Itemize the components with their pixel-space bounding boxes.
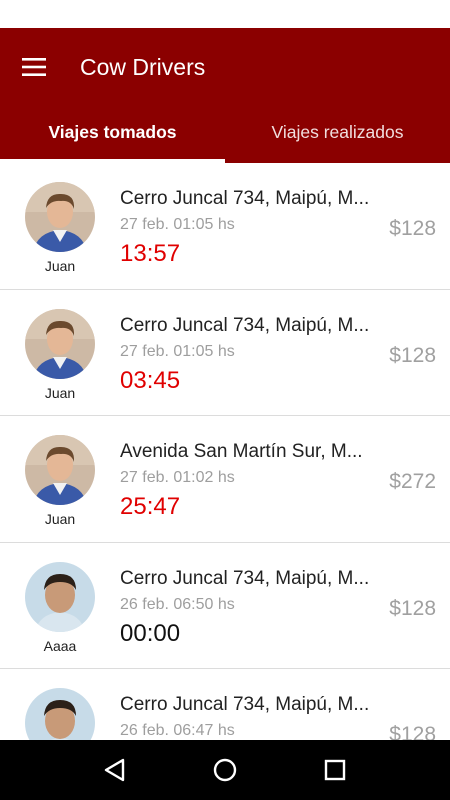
- recents-square-icon: [324, 759, 346, 781]
- trip-date: 27 feb. 01:05 hs: [120, 342, 235, 360]
- trip-date: 27 feb. 01:02 hs: [120, 469, 235, 486]
- trip-timer: 13:57: [120, 240, 181, 267]
- driver-avatar-image: [25, 688, 95, 740]
- driver-avatar: [25, 182, 95, 252]
- trip-timer: 25:47: [120, 493, 181, 520]
- trip-address: Avenida San Martín Sur, M...: [120, 441, 363, 462]
- system-navigation-bar: [0, 740, 450, 800]
- trip-date: 26 feb. 06:47 hs: [120, 722, 235, 739]
- menu-button[interactable]: [14, 46, 56, 88]
- home-circle-icon: [213, 758, 237, 782]
- tab-viajes-realizados[interactable]: Viajes realizados: [225, 112, 450, 163]
- trip-price: $128: [389, 596, 436, 620]
- trip-list[interactable]: Juan Cerro Juncal 734, Maipú, M... 27 feb.…: [0, 163, 450, 740]
- driver-avatar: [25, 561, 95, 632]
- tab-viajes-tomados[interactable]: Viajes tomados: [0, 112, 225, 163]
- trip-date: 26 feb. 06:50 hs: [120, 595, 235, 613]
- driver-avatar-image: [25, 182, 95, 252]
- back-button[interactable]: [91, 746, 139, 794]
- driver-avatar: [25, 308, 95, 379]
- trip-row[interactable]: Juan Avenida San Martín Sur, M... 27 feb. …: [0, 416, 450, 543]
- trip-price: $128: [389, 723, 436, 740]
- driver-name: Aaaa: [43, 637, 77, 654]
- driver-avatar-image: [25, 561, 95, 632]
- trip-row[interactable]: Aaaa Cerro Juncal 734, Maipú, M... 26 feb.…: [0, 543, 450, 669]
- trip-address: Cerro Juncal 734, Maipú, M...: [120, 567, 370, 589]
- driver-avatar-image: [25, 435, 95, 505]
- trip-price: $272: [389, 470, 436, 493]
- driver-name: Juan: [44, 384, 76, 401]
- driver-avatar: [25, 688, 95, 740]
- status-bar: [0, 0, 450, 28]
- driver-avatar-image: [25, 308, 95, 379]
- tab-bar: Viajes tomados Viajes realizados: [0, 112, 450, 163]
- trip-address: Cerro Juncal 734, Maipú, M...: [120, 314, 370, 336]
- trip-date: 27 feb. 01:05 hs: [120, 216, 235, 233]
- recents-button[interactable]: [311, 746, 359, 794]
- driver-name: Juan: [44, 511, 76, 527]
- trip-row[interactable]: Juan Cerro Juncal 734, Maipú, M... 27 feb.…: [0, 163, 450, 290]
- trip-row[interactable]: Cerro Juncal 734, Maipú, M... 26 feb. 06:…: [0, 669, 450, 740]
- trip-price: $128: [389, 343, 436, 367]
- driver-avatar: [25, 435, 95, 505]
- trip-row[interactable]: Juan Cerro Juncal 734, Maipú, M... 27 feb.…: [0, 290, 450, 416]
- trip-timer: 03:45: [120, 366, 181, 394]
- app-bar: Cow Drivers Viajes tomados Viajes realiz…: [0, 28, 450, 163]
- app-title: Cow Drivers: [80, 54, 206, 80]
- driver-name: Juan: [44, 258, 76, 274]
- back-triangle-icon: [104, 758, 125, 782]
- hamburger-menu-icon: [22, 58, 46, 76]
- trip-address: Cerro Juncal 734, Maipú, M...: [120, 188, 370, 209]
- home-button[interactable]: [201, 746, 249, 794]
- trip-timer: 00:00: [120, 619, 181, 647]
- trip-address: Cerro Juncal 734, Maipú, M...: [120, 694, 370, 715]
- toolbar: Cow Drivers: [0, 28, 450, 106]
- trip-price: $128: [389, 217, 436, 240]
